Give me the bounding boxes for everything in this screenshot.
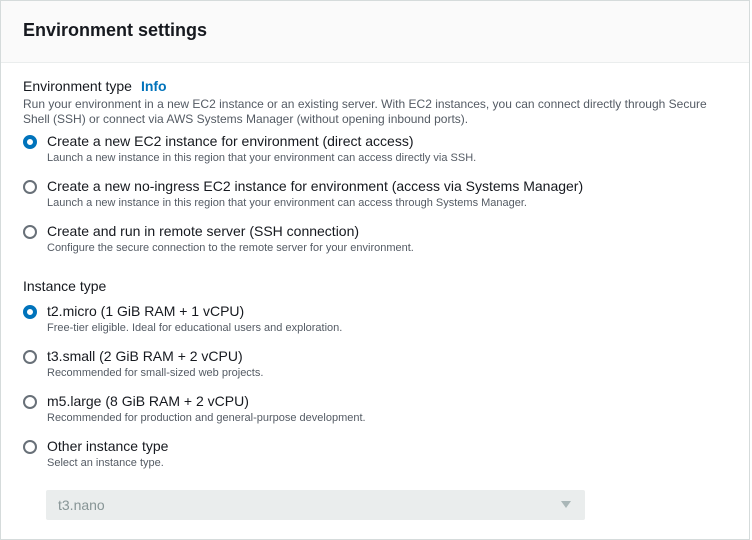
environment-settings-panel: Environment settings Environment type Inf… bbox=[0, 0, 750, 540]
panel-header: Environment settings bbox=[1, 1, 749, 63]
option-label: t2.micro (1 GiB RAM + 1 vCPU) bbox=[47, 303, 245, 319]
option-label: Create and run in remote server (SSH con… bbox=[47, 223, 360, 239]
other-instance-type-select: t3.nano bbox=[46, 490, 585, 520]
environment-option-remote-server[interactable]: Create and run in remote server (SSH con… bbox=[23, 223, 723, 256]
radio-direct-access[interactable] bbox=[23, 135, 37, 149]
environment-option-no-ingress[interactable]: Create a new no-ingress EC2 instance for… bbox=[23, 178, 723, 211]
radio-t2-micro[interactable] bbox=[23, 305, 37, 319]
option-label: t3.small (2 GiB RAM + 2 vCPU) bbox=[47, 348, 243, 364]
option-description: Launch a new instance in this region tha… bbox=[47, 197, 527, 209]
panel-title: Environment settings bbox=[23, 20, 208, 40]
option-description: Configure the secure connection to the r… bbox=[47, 242, 414, 254]
option-label: Other instance type bbox=[47, 438, 169, 454]
instance-option-other[interactable]: Other instance type Select an instance t… bbox=[23, 438, 723, 471]
instance-option-t3-small[interactable]: t3.small (2 GiB RAM + 2 vCPU) Recommende… bbox=[23, 348, 723, 381]
option-description: Recommended for production and general-p… bbox=[47, 412, 366, 424]
caret-down-icon bbox=[561, 501, 571, 508]
select-value: t3.nano bbox=[58, 497, 105, 513]
instance-type-label: Instance type bbox=[23, 278, 107, 294]
option-description: Select an instance type. bbox=[47, 457, 164, 469]
option-description: Launch a new instance in this region tha… bbox=[47, 152, 477, 164]
environment-type-label: Environment type Info bbox=[23, 78, 167, 94]
radio-no-ingress[interactable] bbox=[23, 180, 37, 194]
radio-t3-small[interactable] bbox=[23, 350, 37, 364]
option-label: Create a new EC2 instance for environmen… bbox=[47, 133, 414, 149]
radio-remote-server[interactable] bbox=[23, 225, 37, 239]
environment-type-label-text: Environment type bbox=[23, 78, 132, 94]
radio-other-instance[interactable] bbox=[23, 440, 37, 454]
environment-type-description: Run your environment in a new EC2 instan… bbox=[23, 97, 707, 126]
instance-option-m5-large[interactable]: m5.large (8 GiB RAM + 2 vCPU) Recommende… bbox=[23, 393, 723, 426]
option-label: Create a new no-ingress EC2 instance for… bbox=[47, 178, 584, 194]
radio-m5-large[interactable] bbox=[23, 395, 37, 409]
option-label: m5.large (8 GiB RAM + 2 vCPU) bbox=[47, 393, 249, 409]
option-description: Free-tier eligible. Ideal for educationa… bbox=[47, 322, 343, 334]
option-description: Recommended for small-sized web projects… bbox=[47, 367, 264, 379]
info-link[interactable]: Info bbox=[141, 78, 167, 94]
instance-option-t2-micro[interactable]: t2.micro (1 GiB RAM + 1 vCPU) Free-tier … bbox=[23, 303, 723, 336]
environment-option-direct-access[interactable]: Create a new EC2 instance for environmen… bbox=[23, 133, 723, 166]
